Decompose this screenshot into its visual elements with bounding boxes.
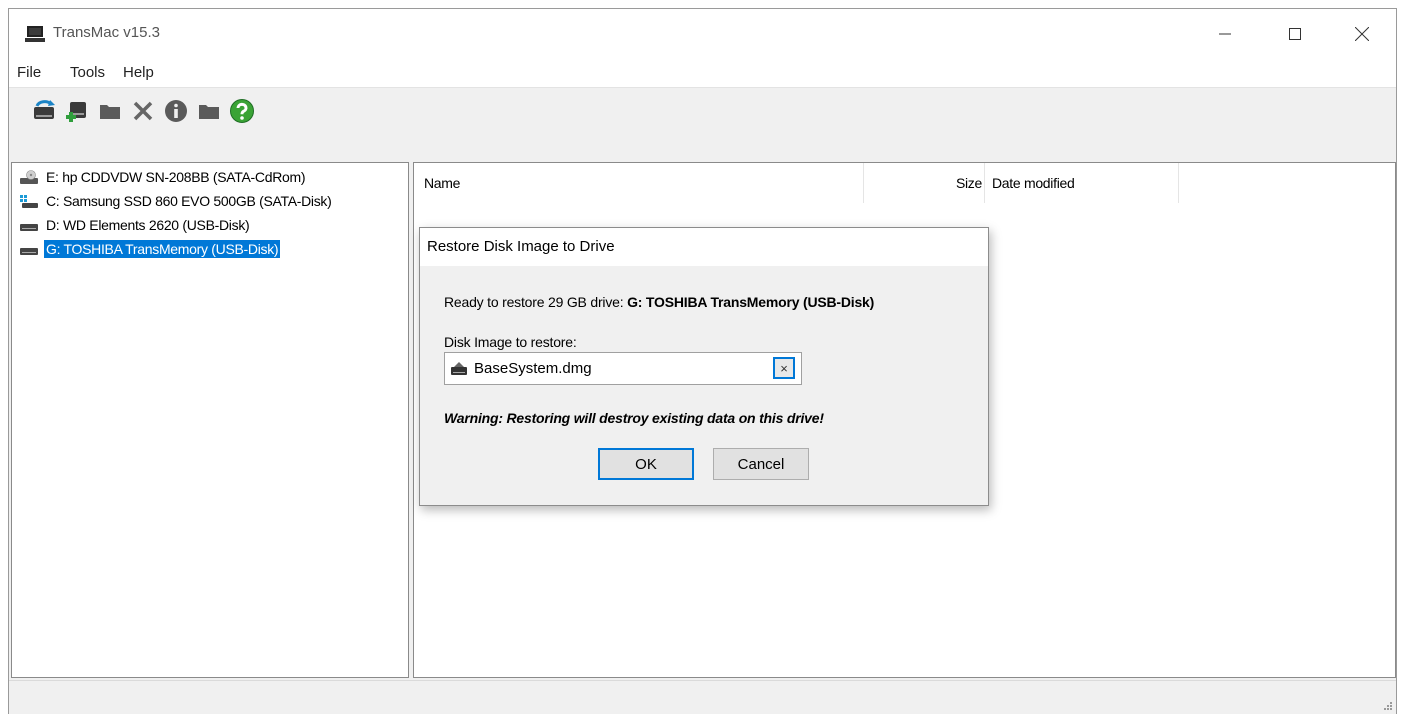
column-header-name[interactable]: Name	[424, 163, 864, 203]
cdrom-drive-icon	[20, 170, 38, 184]
title-bar[interactable]: TransMac v15.3	[9, 9, 1396, 59]
maximize-button[interactable]	[1272, 19, 1318, 49]
dialog-message: Ready to restore 29 GB drive: G: TOSHIBA…	[444, 294, 874, 310]
column-size-label: Size	[955, 175, 982, 191]
drive-tree: E: hp CDDVDW SN-208BB (SATA-CdRom) C: Sa…	[11, 162, 409, 678]
dialog-message-prefix: Ready to restore 29 GB drive:	[444, 294, 628, 310]
menu-tools[interactable]: Tools	[70, 64, 105, 81]
toolbar	[9, 87, 1396, 162]
drive-label: C: Samsung SSD 860 EVO 500GB (SATA-Disk)	[46, 193, 332, 209]
disk-image-label: Disk Image to restore:	[444, 334, 577, 350]
disk-image-field[interactable]: BaseSystem.dmg ×	[444, 352, 802, 385]
status-bar	[9, 680, 1396, 714]
window-title: TransMac v15.3	[53, 24, 160, 41]
destroy-warning: Warning: Restoring will destroy existing…	[444, 410, 824, 426]
column-separator[interactable]	[984, 163, 985, 203]
drive-item-g[interactable]: G: TOSHIBA TransMemory (USB-Disk)	[20, 239, 281, 259]
dialog-title-bar[interactable]: Restore Disk Image to Drive	[420, 228, 988, 266]
clear-image-button[interactable]: ×	[773, 357, 795, 379]
resize-grip-icon[interactable]	[1382, 700, 1392, 710]
ok-button[interactable]: OK	[598, 448, 694, 480]
folder-icon[interactable]	[97, 98, 123, 124]
dialog-message-drive: G: TOSHIBA TransMemory (USB-Disk)	[627, 294, 875, 310]
delete-icon[interactable]	[130, 98, 156, 124]
minimize-icon	[1219, 33, 1231, 35]
menu-help[interactable]: Help	[123, 64, 154, 81]
info-icon[interactable]	[163, 98, 189, 124]
drive-label: D: WD Elements 2620 (USB-Disk)	[46, 217, 250, 233]
drive-item-e[interactable]: E: hp CDDVDW SN-208BB (SATA-CdRom)	[20, 167, 307, 187]
column-header-date[interactable]: Date modified	[992, 163, 1172, 203]
column-separator[interactable]	[1178, 163, 1179, 203]
column-name-label: Name	[424, 175, 461, 191]
cancel-button[interactable]: Cancel	[713, 448, 809, 480]
restore-dialog: Restore Disk Image to Drive Ready to res…	[419, 227, 989, 506]
column-header-size[interactable]: Size	[864, 163, 982, 203]
menu-file[interactable]: File	[17, 64, 41, 81]
drive-label: E: hp CDDVDW SN-208BB (SATA-CdRom)	[46, 169, 306, 185]
drive-item-d[interactable]: D: WD Elements 2620 (USB-Disk)	[20, 215, 251, 235]
add-drive-icon[interactable]	[64, 98, 90, 124]
app-icon	[25, 26, 45, 42]
disk-image-icon	[451, 362, 467, 375]
close-button[interactable]	[1339, 19, 1385, 49]
dialog-title: Restore Disk Image to Drive	[427, 238, 615, 255]
column-date-label: Date modified	[992, 175, 1075, 191]
help-icon[interactable]	[229, 98, 255, 124]
system-disk-icon	[20, 195, 38, 208]
maximize-icon	[1289, 28, 1301, 40]
close-icon	[1355, 27, 1369, 41]
minimize-button[interactable]	[1202, 19, 1248, 49]
refresh-drives-icon[interactable]	[31, 98, 57, 124]
folder-icon[interactable]	[196, 98, 222, 124]
drive-label: G: TOSHIBA TransMemory (USB-Disk)	[44, 240, 281, 258]
drive-item-c[interactable]: C: Samsung SSD 860 EVO 500GB (SATA-Disk)	[20, 191, 333, 211]
menu-bar: File Tools Help	[9, 59, 1396, 87]
usb-disk-icon	[20, 224, 38, 231]
usb-disk-icon	[20, 248, 38, 255]
app-window: TransMac v15.3 File Tools Help E: hp CDD…	[8, 8, 1397, 714]
disk-image-value: BaseSystem.dmg	[474, 360, 592, 377]
